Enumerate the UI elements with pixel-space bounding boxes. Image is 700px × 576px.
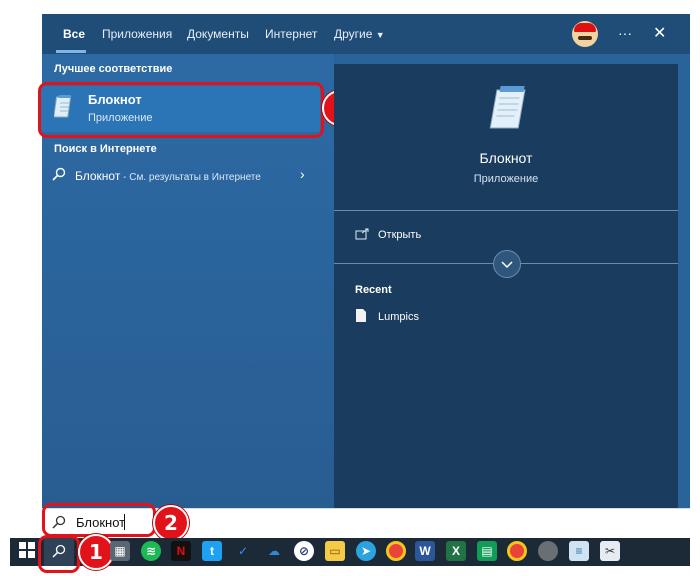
recent-heading: Recent [355,284,392,296]
open-icon [355,227,369,245]
web-search-suffix: - См. результаты в Интернете [120,172,261,183]
document-icon [356,309,366,327]
highlight-box-search [42,503,156,537]
excel-icon[interactable]: X [446,541,466,561]
more-options-icon[interactable]: ··· [618,25,632,41]
chevron-down-icon: ▼ [375,30,385,40]
chevron-down-icon [501,261,513,269]
step-badge-1: 1 [78,534,114,570]
tab-documents[interactable]: Документы [187,14,249,54]
snip-icon[interactable]: ✂ [600,541,620,561]
search-icon [52,167,66,186]
web-search-heading: Поиск в Интернете [54,143,157,155]
spotify-icon[interactable]: ≋ [141,541,161,561]
tab-apps[interactable]: Приложения [102,14,172,54]
highlight-box-taskbar-search [38,535,80,573]
expand-button[interactable] [493,250,521,278]
tab-all[interactable]: Все [63,14,85,54]
preview-subtitle: Приложение [473,173,539,185]
chrome-icon[interactable] [386,541,406,561]
active-tab-indicator [56,50,86,53]
tab-other-label: Другие [334,27,373,41]
windows-start-icon[interactable] [19,542,35,563]
avatar[interactable] [572,21,598,47]
preview-title: Блокнот [479,150,533,166]
notepad-large-icon [484,84,528,132]
web-search-text: Блокнот - См. результаты в Интернете [75,169,261,183]
todo-icon[interactable]: ✓ [233,541,253,561]
highlight-box-best-match [38,82,324,138]
calculator-icon[interactable]: ▦ [110,541,130,561]
preview-border-side [678,54,690,508]
telegram-icon[interactable]: ➤ [356,541,376,561]
close-icon[interactable]: ✕ [653,23,666,43]
preview-border-top [334,54,690,64]
netflix-icon[interactable]: N [171,541,191,561]
step-badge-2: 2 [153,505,189,541]
divider [334,210,678,211]
recent-item-label: Lumpics [378,311,419,323]
chrome-icon[interactable] [507,541,527,561]
explorer-icon[interactable]: ▭ [325,541,345,561]
onedrive-icon[interactable]: ☁ [264,541,284,561]
media-icon[interactable] [538,541,558,561]
tab-other[interactable]: Другие ▼ [334,14,385,54]
block-icon[interactable]: ⊘ [294,541,314,561]
web-search-query: Блокнот [75,169,121,183]
tab-internet[interactable]: Интернет [265,14,317,54]
open-label: Открыть [378,229,422,241]
sheets-icon[interactable]: ▤ [477,541,497,561]
word-icon[interactable]: W [415,541,435,561]
chevron-right-icon[interactable]: › [300,166,305,182]
twitter-icon[interactable]: t [202,541,222,561]
notepad-icon[interactable]: ≡ [569,541,589,561]
best-match-heading: Лучшее соответствие [54,63,173,75]
